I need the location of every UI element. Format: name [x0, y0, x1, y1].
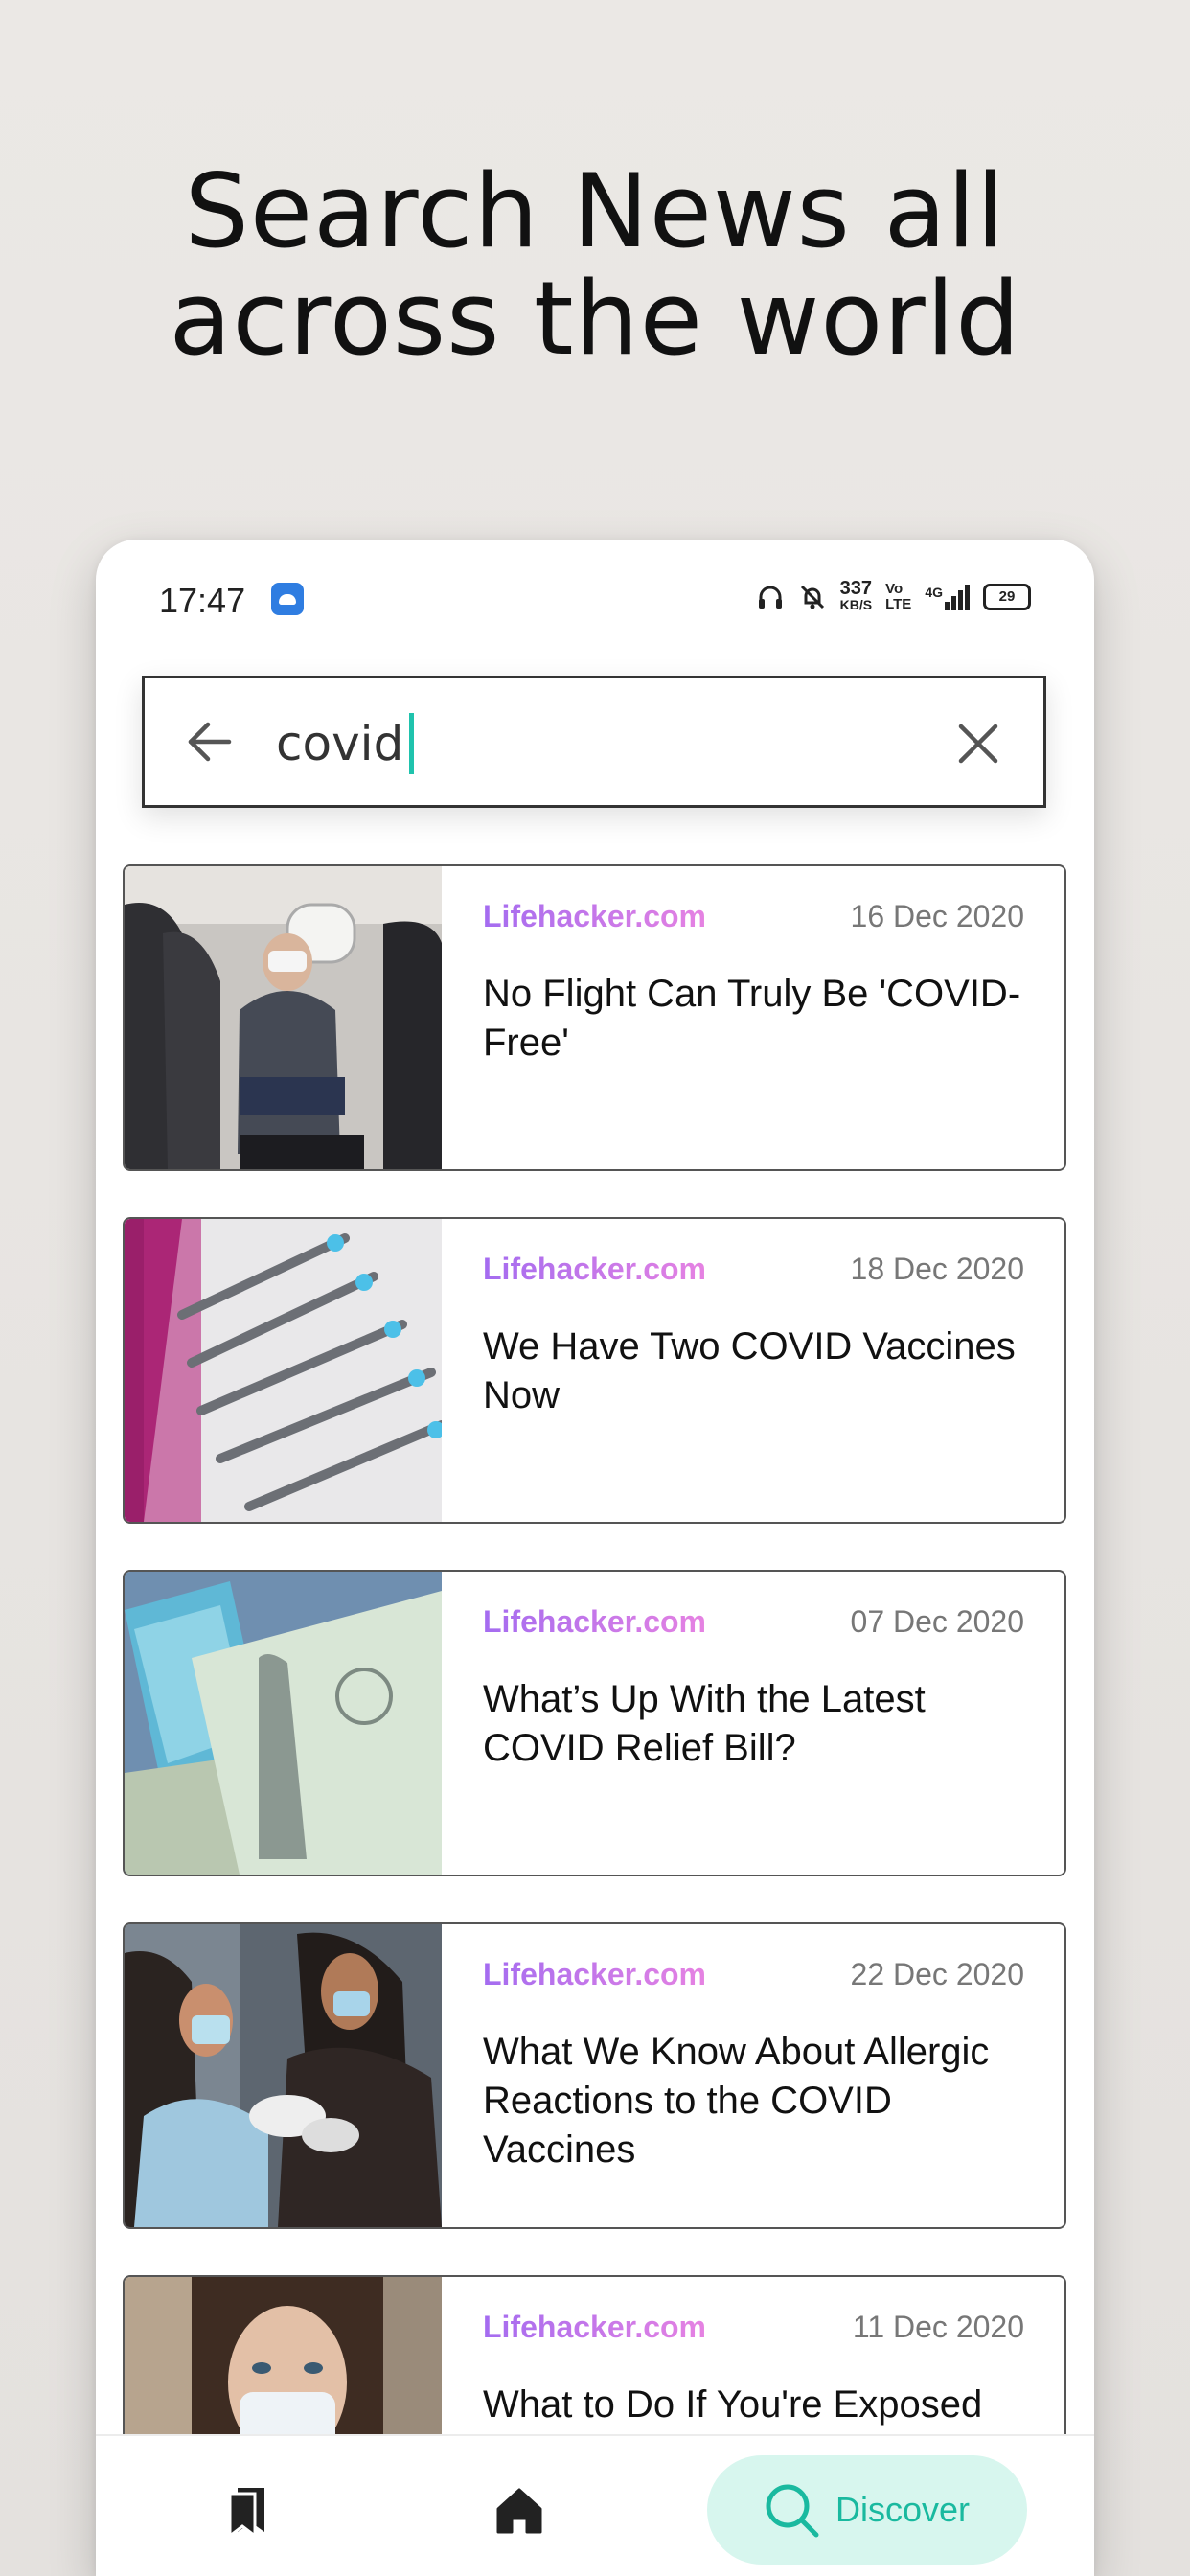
headline-line-1: Search News all [184, 152, 1006, 270]
status-time: 17:47 [159, 581, 246, 620]
article-card[interactable]: Lifehacker.com 18 Dec 2020 We Have Two C… [123, 1217, 1066, 1524]
article-source: Lifehacker.com [483, 1252, 706, 1286]
article-image-vaccination [125, 1924, 442, 2227]
network-speed: 337 KB/S [839, 578, 873, 613]
article-title: What’s Up With the Latest COVID Relief B… [483, 1678, 926, 1769]
article-image-airplane [125, 866, 442, 1169]
article-date: 07 Dec 2020 [850, 1604, 1024, 1639]
article-source: Lifehacker.com [483, 1604, 706, 1639]
search-input[interactable]: covid [276, 712, 415, 774]
article-date: 22 Dec 2020 [850, 1957, 1024, 1991]
article-title: No Flight Can Truly Be 'COVID-Free' [483, 973, 1021, 1064]
volte-bottom: LTE [885, 596, 912, 612]
search-bar: covid [142, 676, 1046, 808]
article-image-syringes [125, 1219, 442, 1522]
headline-line-2: across the world [169, 260, 1021, 378]
battery-icon: 29 [983, 584, 1031, 610]
bookmarks-icon[interactable] [220, 2484, 274, 2538]
app-notification-icon [271, 583, 304, 615]
article-source: Lifehacker.com [483, 2310, 706, 2344]
search-icon [766, 2484, 819, 2538]
article-card[interactable]: Lifehacker.com 07 Dec 2020 What’s Up Wit… [123, 1570, 1066, 1876]
article-image-stimulus-check [125, 1572, 442, 1874]
article-title: What We Know About Allergic Reactions to… [483, 2031, 990, 2171]
network-type: 4G [925, 584, 943, 600]
close-icon[interactable] [955, 721, 1001, 767]
article-date: 16 Dec 2020 [850, 899, 1024, 933]
article-source: Lifehacker.com [483, 1957, 706, 1991]
speed-value: 337 [839, 578, 873, 599]
article-title: What to Do If You're Exposed [483, 2383, 983, 2426]
speed-unit: KB/S [839, 597, 873, 612]
article-source: Lifehacker.com [483, 899, 706, 933]
status-icons: 337 KB/S Vo LTE 4G 29 [756, 578, 1031, 616]
search-input-value: covid [276, 716, 404, 771]
article-date: 18 Dec 2020 [850, 1252, 1024, 1286]
headline: Search News all across the world [0, 158, 1190, 373]
bell-muted-icon [800, 585, 824, 610]
article-title: We Have Two COVID Vaccines Now [483, 1325, 1016, 1416]
bottom-navigation: Discover [96, 2434, 1094, 2576]
arrow-left-icon[interactable] [185, 717, 235, 767]
headphones-icon [758, 586, 782, 609]
volte-indicator: Vo LTE [885, 582, 911, 612]
text-cursor [409, 712, 415, 774]
discover-label: Discover [835, 2490, 971, 2529]
home-icon[interactable] [492, 2484, 546, 2538]
article-card[interactable]: Lifehacker.com 16 Dec 2020 No Flight Can… [123, 864, 1066, 1171]
phone-screen: 17:47 337 KB/S Vo LTE 4G 29 covid Lifeha… [96, 540, 1094, 2576]
discover-button[interactable]: Discover [707, 2455, 1027, 2564]
volte-top: Vo [885, 581, 904, 597]
article-card[interactable]: Lifehacker.com 22 Dec 2020 What We Know … [123, 1922, 1066, 2229]
article-date: 11 Dec 2020 [852, 2310, 1024, 2344]
signal-icon: 4G [925, 584, 970, 610]
